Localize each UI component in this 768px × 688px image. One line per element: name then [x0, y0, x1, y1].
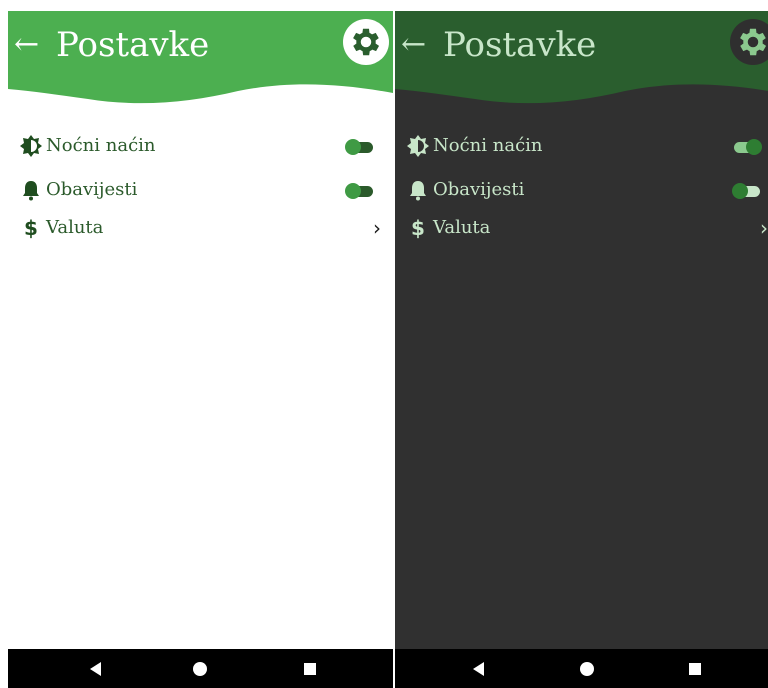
notifications-toggle[interactable]	[345, 183, 375, 199]
back-triangle-icon[interactable]	[469, 659, 489, 679]
settings-button[interactable]	[343, 19, 389, 65]
system-navbar	[8, 649, 393, 688]
recents-square-icon[interactable]	[685, 659, 705, 679]
bell-icon	[410, 181, 426, 201]
back-arrow-icon[interactable]: ←	[401, 25, 426, 65]
night-mode-label: Noćni naćin	[433, 135, 543, 156]
chevron-right-icon[interactable]: ›	[760, 215, 768, 241]
system-navbar	[395, 649, 768, 688]
gear-icon	[740, 28, 767, 56]
home-circle-icon[interactable]	[577, 659, 597, 679]
settings-row-notifications[interactable]: Obavijesti	[8, 175, 393, 205]
page-title: Postavke	[443, 25, 597, 65]
dollar-icon: $	[411, 216, 425, 240]
page-title: Postavke	[56, 25, 210, 65]
header: ← Postavke	[8, 11, 393, 121]
back-arrow-icon[interactable]: ←	[14, 25, 39, 65]
recents-square-icon[interactable]	[300, 659, 320, 679]
notifications-label: Obavijesti	[433, 179, 525, 200]
settings-row-notifications[interactable]: Obavijesti	[395, 175, 768, 205]
night-mode-icon	[407, 135, 429, 157]
header: ← Postavke	[395, 11, 768, 121]
night-mode-label: Noćni naćin	[46, 135, 156, 156]
back-triangle-icon[interactable]	[86, 659, 106, 679]
dollar-icon: $	[24, 216, 38, 240]
light-settings-screen: ← Postavke Noćni naćin Obavijesti $ Valu…	[8, 11, 393, 688]
dark-settings-screen: ← Postavke Noćni naćin Obavijesti $ Valu…	[395, 11, 768, 688]
notifications-label: Obavijesti	[46, 179, 138, 200]
currency-label: Valuta	[46, 217, 104, 238]
bell-icon	[23, 181, 39, 201]
chevron-right-icon[interactable]: ›	[373, 215, 381, 241]
night-mode-toggle[interactable]	[732, 139, 762, 155]
settings-button[interactable]	[730, 19, 768, 65]
settings-row-night-mode[interactable]: Noćni naćin	[395, 131, 768, 161]
gear-icon	[353, 28, 380, 56]
night-mode-toggle[interactable]	[345, 139, 375, 155]
night-mode-icon	[20, 135, 42, 157]
settings-row-currency[interactable]: $ Valuta ›	[395, 213, 768, 243]
currency-label: Valuta	[433, 217, 491, 238]
settings-row-currency[interactable]: $ Valuta ›	[8, 213, 393, 243]
home-circle-icon[interactable]	[190, 659, 210, 679]
settings-row-night-mode[interactable]: Noćni naćin	[8, 131, 393, 161]
notifications-toggle[interactable]	[732, 183, 762, 199]
